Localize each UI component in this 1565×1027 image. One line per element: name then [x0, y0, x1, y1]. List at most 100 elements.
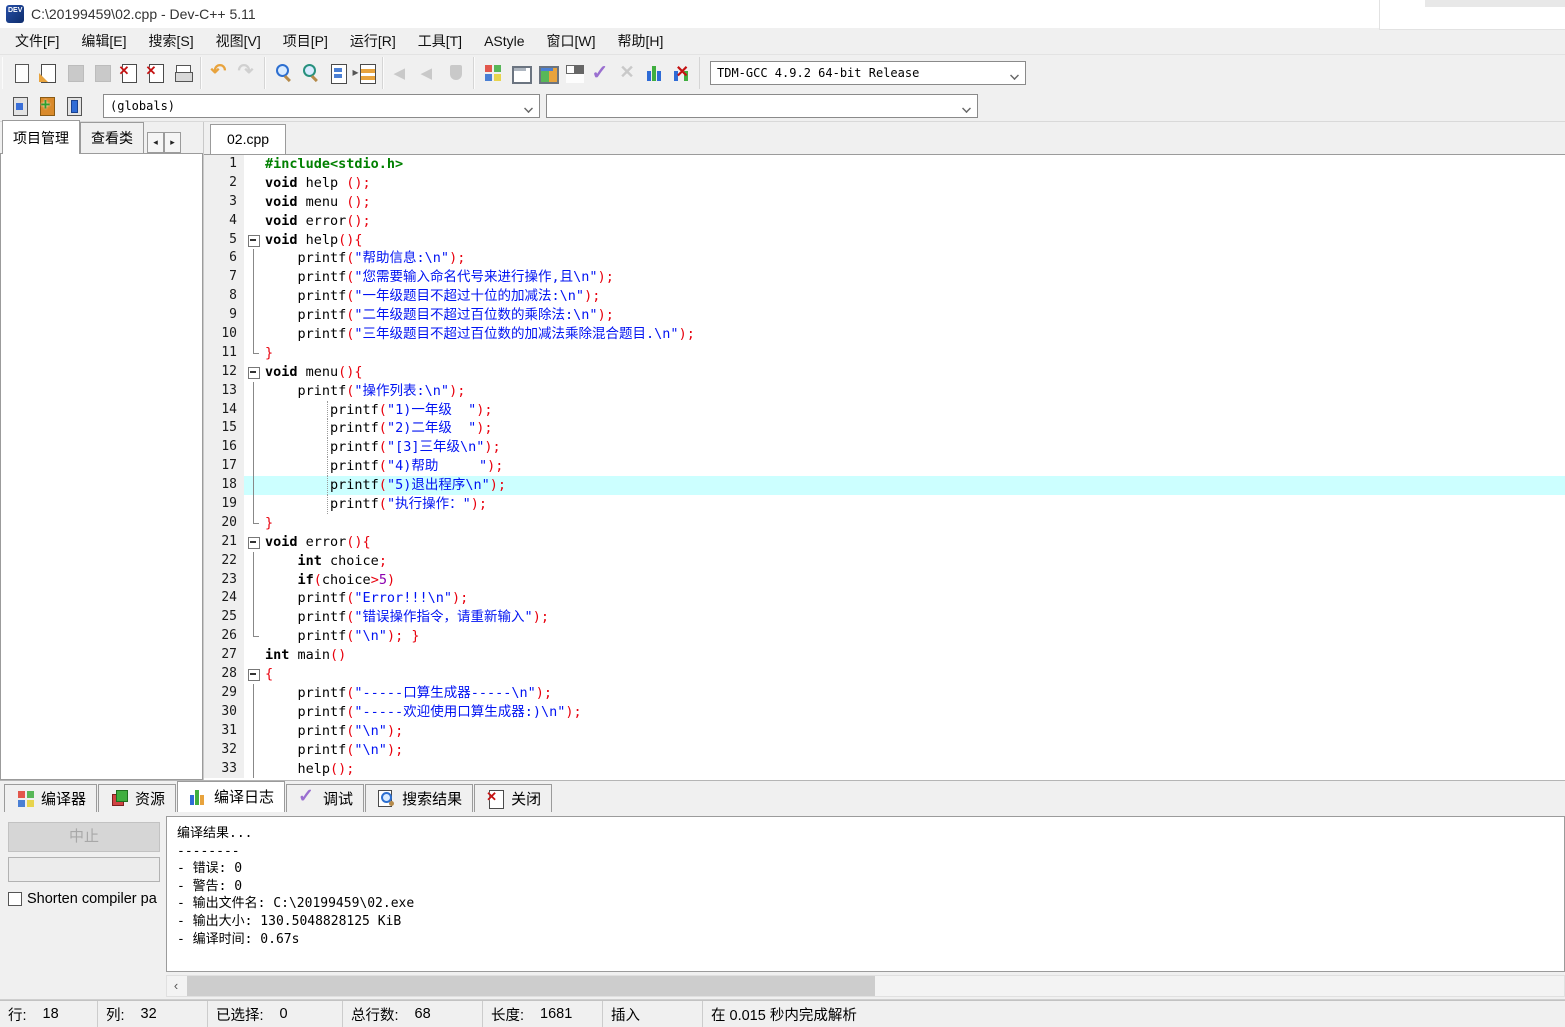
code-line[interactable]: 25 printf("错误操作指令，请重新输入");: [204, 608, 1565, 628]
bottom-tab-label: 资源: [135, 790, 166, 808]
rebuild-icon[interactable]: [560, 60, 587, 87]
swap-header-source-icon[interactable]: [351, 60, 378, 87]
code-line[interactable]: 8 printf("一年级题目不超过十位的加减法:\n");: [204, 287, 1565, 307]
delete-profile-icon[interactable]: [668, 60, 695, 87]
menu-项目[interactable]: 项目[P]: [272, 28, 339, 54]
code-line[interactable]: 13 printf("操作列表:\n");: [204, 381, 1565, 401]
abort-button[interactable]: 中止: [8, 822, 160, 852]
code-line[interactable]: 4 void error();: [204, 211, 1565, 231]
close-all-icon[interactable]: [142, 60, 169, 87]
code-text: void error();: [265, 212, 371, 229]
code-text: printf("二年级题目不超过百位数的乘除法:\n");: [265, 307, 614, 324]
menu-AStyle[interactable]: AStyle: [473, 30, 535, 52]
tab-scroll-left-icon[interactable]: ◂: [147, 132, 164, 153]
close-file-icon[interactable]: [115, 60, 142, 87]
resource-icon: [109, 788, 129, 808]
print-icon[interactable]: [169, 60, 196, 87]
profile-icon[interactable]: [641, 60, 668, 87]
bottom-tab-编译日志[interactable]: 编译日志: [177, 781, 286, 812]
code-line[interactable]: 31 printf("\n");: [204, 721, 1565, 741]
project-tree-panel[interactable]: [0, 153, 203, 780]
code-line[interactable]: 19 printf("执行操作：");: [204, 495, 1565, 514]
menu-工具[interactable]: 工具[T]: [407, 28, 473, 54]
code-line[interactable]: 24 printf("Error!!!\n");: [204, 589, 1565, 609]
code-line[interactable]: 18 printf("5)退出程序\n");: [204, 476, 1565, 496]
line-number: 17: [204, 457, 244, 477]
bottom-tab-调试[interactable]: 调试: [286, 784, 365, 812]
scroll-left-icon[interactable]: ‹: [167, 975, 185, 997]
line-number: 21: [204, 532, 244, 552]
code-line[interactable]: 27 int main(): [204, 646, 1565, 666]
code-line[interactable]: 17 printf("4)帮助 ");: [204, 457, 1565, 477]
run-icon[interactable]: [506, 60, 533, 87]
code-line[interactable]: 32 printf("\n");: [204, 740, 1565, 760]
editor-tab-02cpp[interactable]: 02.cpp: [210, 124, 287, 154]
code-line[interactable]: 3 void menu ();: [204, 192, 1565, 212]
tab-scroll-right-icon[interactable]: ▸: [164, 132, 181, 153]
menu-搜索[interactable]: 搜索[S]: [137, 28, 204, 54]
code-text: void help(){: [265, 231, 363, 248]
menu-窗口[interactable]: 窗口[W]: [536, 28, 607, 54]
bottom-tab-编译器[interactable]: 编译器: [4, 784, 98, 812]
shorten-paths-checkbox[interactable]: [8, 892, 22, 906]
code-line[interactable]: 22 int choice;: [204, 551, 1565, 571]
status-value: 18: [42, 1006, 59, 1022]
class-browser-member-select[interactable]: [546, 94, 978, 118]
undo-icon[interactable]: [206, 60, 233, 87]
compiler-select[interactable]: TDM-GCC 4.9.2 64-bit Release: [710, 61, 1026, 85]
remove-from-project-icon[interactable]: [60, 93, 87, 120]
bottom-tab-资源[interactable]: 资源: [98, 784, 177, 812]
add-to-project-icon[interactable]: [33, 93, 60, 120]
fold-toggle-icon[interactable]: [244, 665, 265, 684]
syntax-check-icon[interactable]: [587, 60, 614, 87]
menu-帮助[interactable]: 帮助[H]: [607, 28, 675, 54]
bottom-tab-关闭[interactable]: 关闭: [474, 784, 553, 812]
compile-icon[interactable]: [479, 60, 506, 87]
scrollbar-thumb[interactable]: [187, 975, 875, 996]
tab-class-browser[interactable]: 查看类: [80, 122, 144, 154]
code-line[interactable]: 16 printf("[3]三年级\n");: [204, 438, 1565, 458]
compile-run-icon[interactable]: [533, 60, 560, 87]
fold-toggle-icon[interactable]: [244, 533, 265, 552]
back-icon: [388, 60, 415, 87]
find-in-files-icon[interactable]: [297, 60, 324, 87]
new-file-icon[interactable]: [7, 60, 34, 87]
menu-编辑[interactable]: 编辑[E]: [70, 28, 137, 54]
menu-运行[interactable]: 运行[R]: [339, 28, 407, 54]
code-line[interactable]: 10 printf("三年级题目不超过百位数的加减法乘除混合题目.\n");: [204, 325, 1565, 344]
code-line[interactable]: 23 if(choice>5): [204, 570, 1565, 590]
menu-视图[interactable]: 视图[V]: [205, 28, 272, 54]
bottom-tab-搜索结果[interactable]: 搜索结果: [365, 784, 474, 812]
code-line[interactable]: 15 printf("2)二年级 ");: [204, 419, 1565, 439]
code-line[interactable]: 2 void help ();: [204, 173, 1565, 193]
code-editor[interactable]: 1 #include<stdio.h> 2 void help (); 3 void me…: [204, 154, 1565, 780]
code-line[interactable]: 5 void help(){: [204, 230, 1565, 250]
code-line[interactable]: 11}: [204, 343, 1565, 363]
code-line[interactable]: 30 printf("-----欢迎使用口算生成器:)\n");: [204, 702, 1565, 722]
scrollbar-track[interactable]: ‹: [166, 974, 1565, 997]
code-line[interactable]: 6 printf("帮助信息:\n");: [204, 249, 1565, 269]
replace-icon: [327, 62, 349, 84]
fold-toggle-icon[interactable]: [244, 363, 265, 382]
fold-margin: [244, 570, 265, 590]
code-line[interactable]: 14 printf("1)一年级 ");: [204, 400, 1565, 420]
code-line[interactable]: 21 void error(){: [204, 532, 1565, 552]
find-icon[interactable]: [270, 60, 297, 87]
code-line[interactable]: 1 #include<stdio.h>: [204, 155, 1565, 174]
class-browser-scope-select[interactable]: (globals): [103, 94, 540, 118]
code-line[interactable]: 20}: [204, 513, 1565, 533]
fold-toggle-icon[interactable]: [244, 231, 265, 250]
code-line[interactable]: 28 {: [204, 665, 1565, 684]
code-line[interactable]: 26 printf("\n"); }: [204, 627, 1565, 647]
tab-project-manager[interactable]: 项目管理: [2, 120, 80, 154]
replace-icon[interactable]: [324, 60, 351, 87]
code-line[interactable]: 29 printf("-----口算生成器-----\n");: [204, 683, 1565, 703]
code-line[interactable]: 7 printf("您需要输入命名代号来进行操作,且\n");: [204, 268, 1565, 288]
new-unit-icon[interactable]: [6, 93, 33, 120]
code-line[interactable]: 33 help();: [204, 759, 1565, 779]
open-file-icon[interactable]: [34, 60, 61, 87]
code-line[interactable]: 9 printf("二年级题目不超过百位数的乘除法:\n");: [204, 306, 1565, 326]
menu-文件[interactable]: 文件[F]: [4, 28, 70, 54]
code-line[interactable]: 12 void menu(){: [204, 362, 1565, 382]
compile-log-output[interactable]: 编译结果... -------- - 错误: 0- 警告: 0 - 输出文件名: C:…: [166, 816, 1565, 972]
